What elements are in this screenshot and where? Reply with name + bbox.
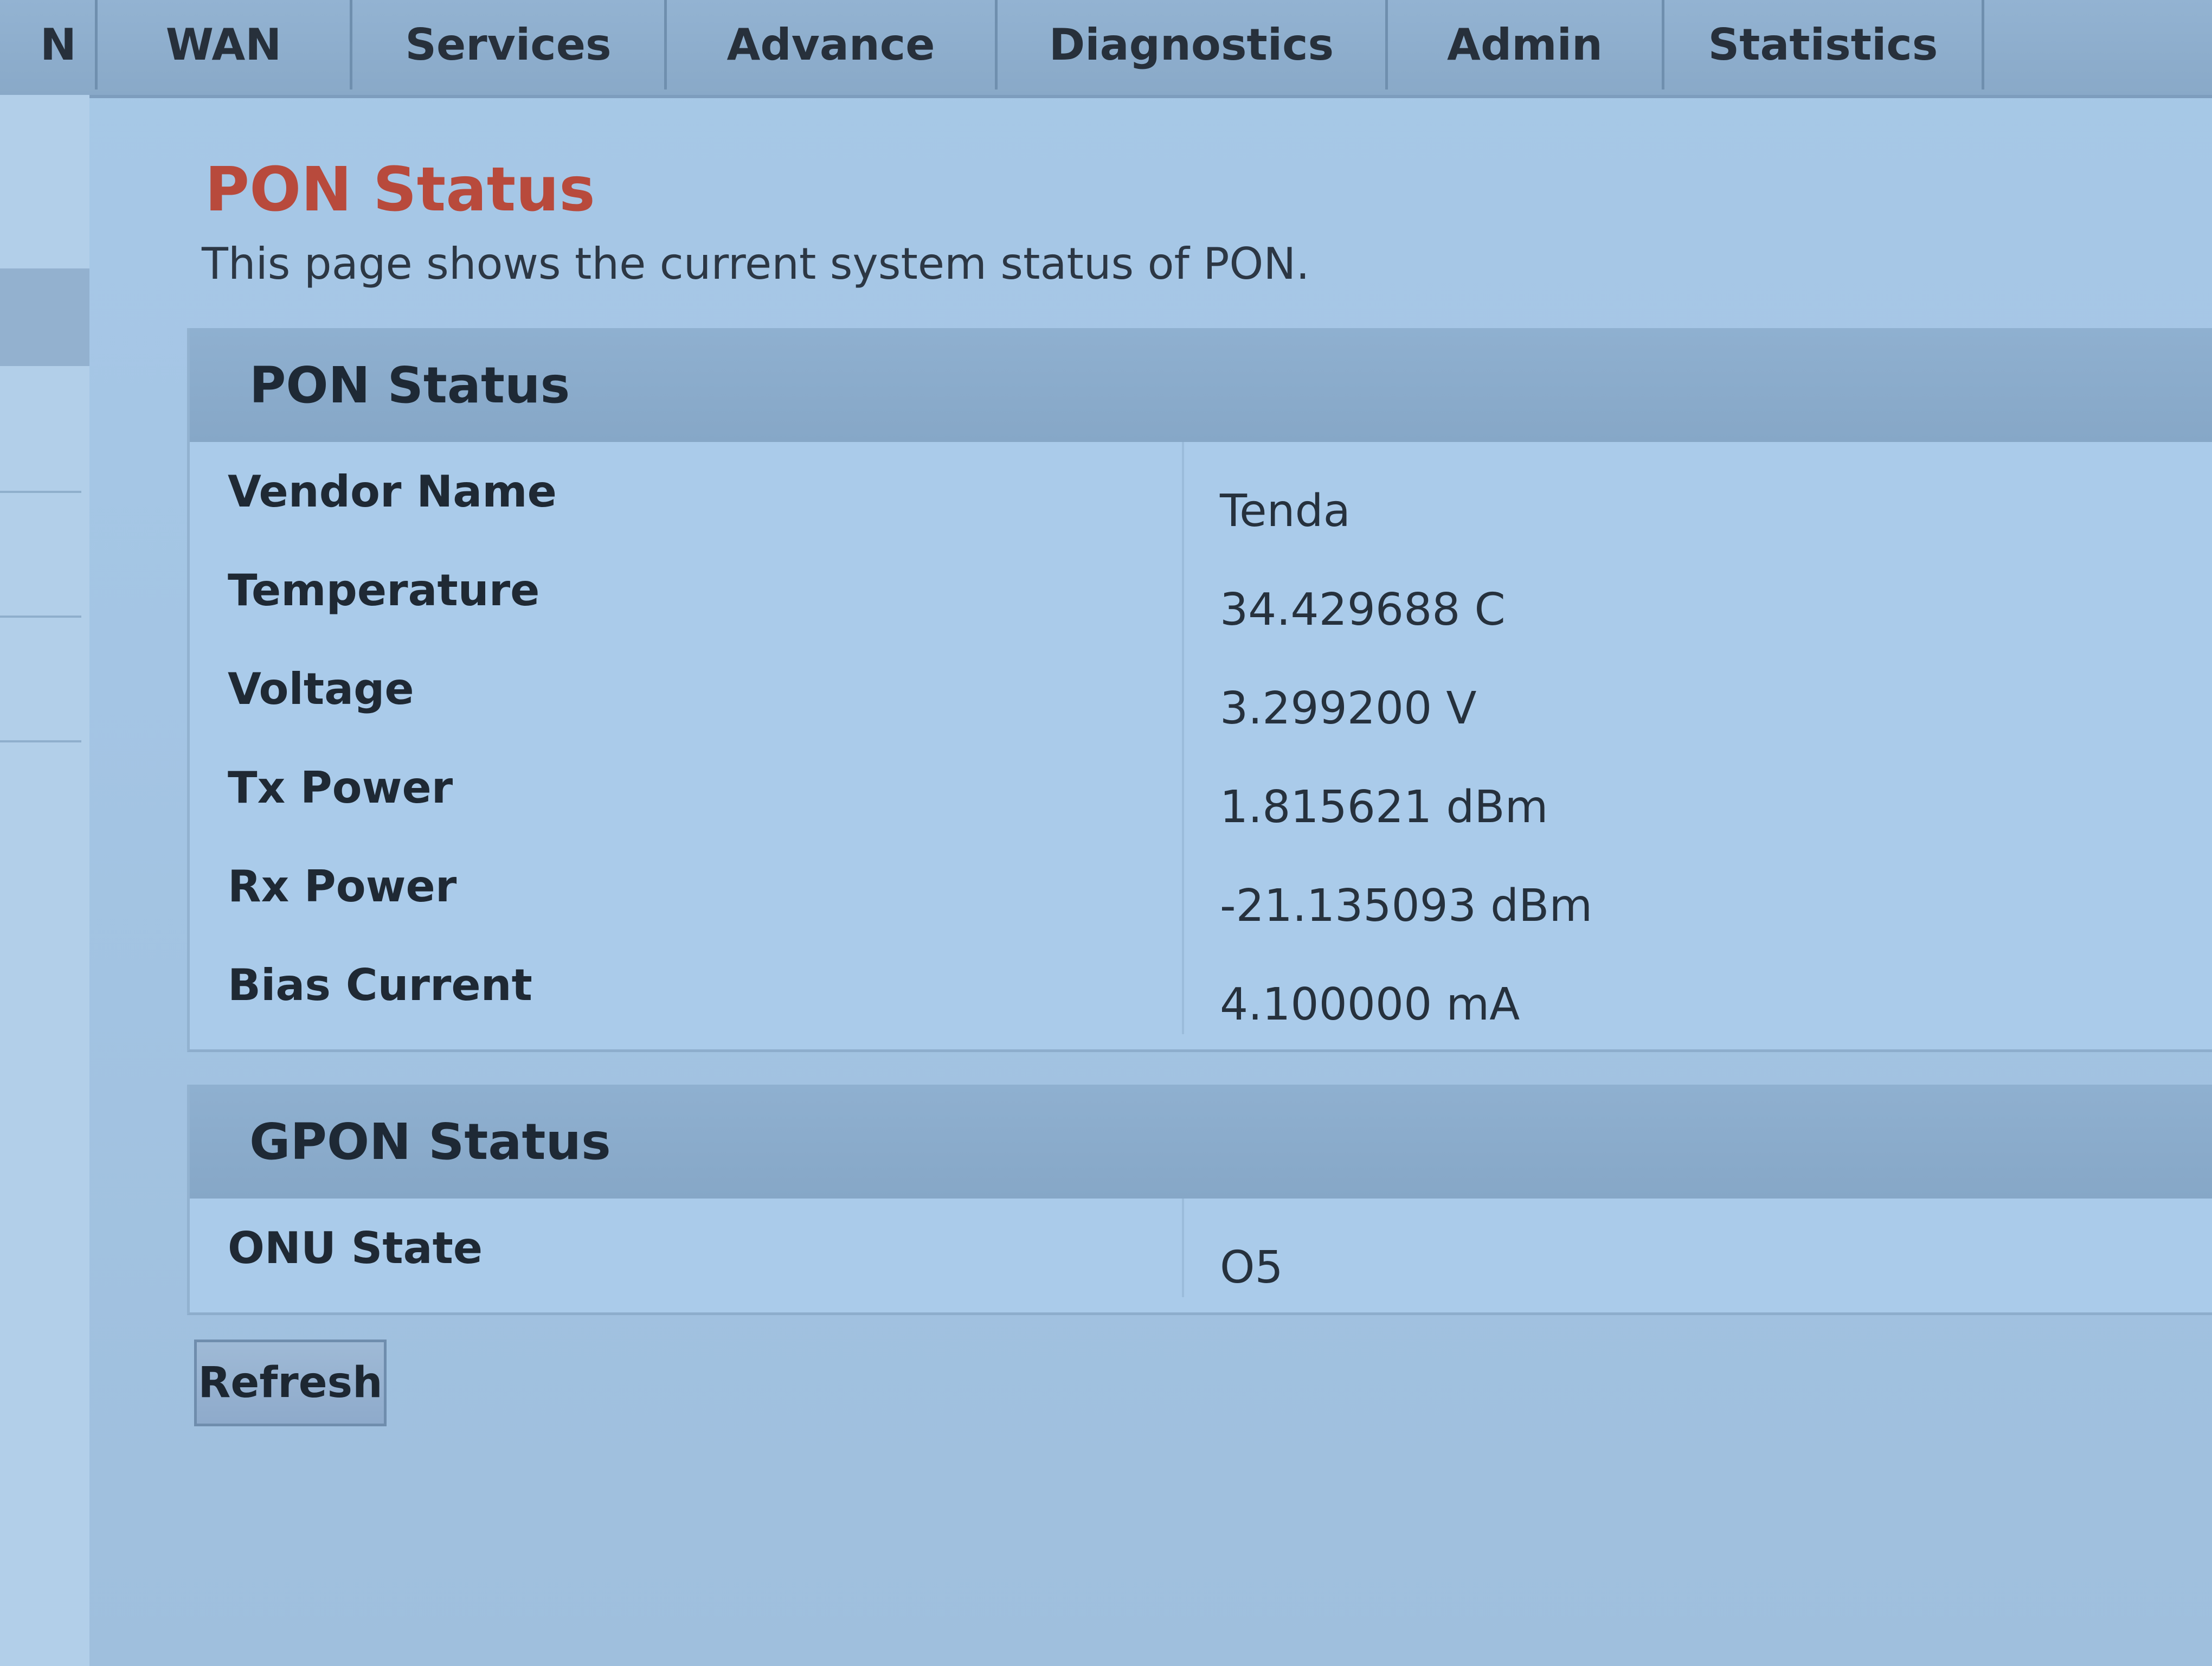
sidebar-divider <box>0 740 81 742</box>
column-divider <box>1182 1199 1184 1297</box>
row-label: Temperature <box>228 565 540 616</box>
section-header: GPON Status <box>190 1085 2212 1199</box>
tab-advance[interactable]: Advance <box>667 0 998 89</box>
row-value: 4.100000 mA <box>1220 979 1520 1030</box>
page-title: PON Status <box>205 155 595 225</box>
table-row: ONU State O5 <box>190 1199 2212 1297</box>
column-divider <box>1182 837 1184 935</box>
section-title: GPON Status <box>249 1112 611 1171</box>
row-label: Bias Current <box>228 959 532 1010</box>
sidebar-selected-item[interactable] <box>0 268 89 366</box>
section-header: PON Status <box>190 328 2212 442</box>
row-label: Tx Power <box>228 762 453 813</box>
tab-label: Diagnostics <box>1049 20 1334 70</box>
column-divider <box>1182 738 1184 837</box>
tab-admin[interactable]: Admin <box>1388 0 1664 89</box>
tab-services[interactable]: Services <box>352 0 667 89</box>
row-value: O5 <box>1220 1242 1283 1293</box>
router-admin-screen: N WAN Services Advance Diagnostics Admin… <box>0 0 2212 1666</box>
table-row: Rx Power -21.135093 dBm <box>190 837 2212 935</box>
row-value: 3.299200 V <box>1220 683 1477 734</box>
row-value: 34.429688 C <box>1220 584 1506 636</box>
table-row: Bias Current 4.100000 mA <box>190 935 2212 1034</box>
row-value: Tenda <box>1220 485 1351 537</box>
row-label: Rx Power <box>228 861 457 912</box>
row-value: 1.815621 dBm <box>1220 781 1548 833</box>
row-label: ONU State <box>228 1222 483 1273</box>
row-label: Vendor Name <box>228 466 557 517</box>
row-label: Voltage <box>228 663 414 714</box>
column-divider <box>1182 935 1184 1034</box>
table-row: Tx Power 1.815621 dBm <box>190 738 2212 837</box>
page-description: This page shows the current system statu… <box>202 239 1310 289</box>
sidebar-divider <box>0 491 81 493</box>
tab-label: Admin <box>1447 20 1603 70</box>
tab-truncated[interactable]: N <box>0 0 98 89</box>
sidebar-divider <box>0 616 81 618</box>
tab-label: N <box>40 20 76 70</box>
tab-diagnostics[interactable]: Diagnostics <box>998 0 1388 89</box>
tab-wan[interactable]: WAN <box>98 0 352 89</box>
table-row: Temperature 34.429688 C <box>190 541 2212 639</box>
column-divider <box>1182 541 1184 639</box>
column-divider <box>1182 639 1184 738</box>
tab-label: Statistics <box>1708 20 1938 70</box>
row-value: -21.135093 dBm <box>1220 880 1593 932</box>
column-divider <box>1182 442 1184 541</box>
tab-label: WAN <box>165 20 282 70</box>
top-navigation-bar: N WAN Services Advance Diagnostics Admin… <box>0 0 2212 98</box>
tab-label: Services <box>405 20 612 70</box>
tab-label: Advance <box>726 20 935 70</box>
gpon-status-section: GPON Status ONU State O5 <box>187 1085 2212 1315</box>
section-title: PON Status <box>249 356 570 414</box>
table-row: Voltage 3.299200 V <box>190 639 2212 738</box>
left-sidebar <box>0 95 89 1666</box>
table-row: Vendor Name Tenda <box>190 442 2212 541</box>
refresh-button[interactable]: Refresh <box>194 1340 387 1426</box>
pon-status-section: PON Status Vendor Name Tenda Temperature… <box>187 328 2212 1052</box>
tab-statistics[interactable]: Statistics <box>1664 0 1984 89</box>
